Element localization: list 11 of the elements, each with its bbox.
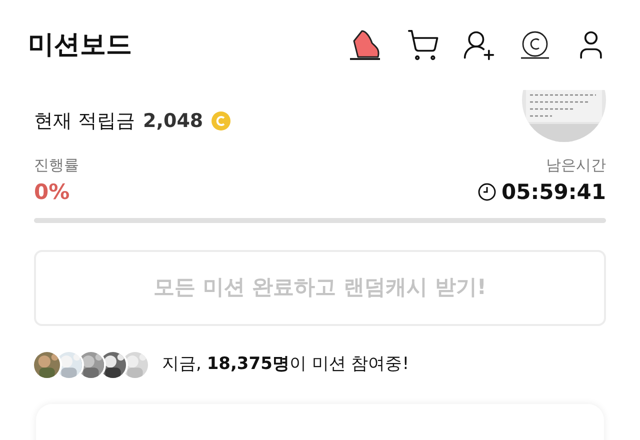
- page-title: 미션보드: [28, 28, 132, 62]
- balance-amount: 2,048: [143, 109, 204, 134]
- clock-icon: [478, 183, 496, 202]
- cart-icon[interactable]: [406, 28, 440, 62]
- balance-label: 현재 적립금: [34, 109, 136, 134]
- participants-text: 지금, 18,375명이 미션 참여중!: [162, 353, 410, 376]
- progress-value: 0%: [34, 178, 71, 206]
- time-left-value: 05:59:41: [502, 178, 606, 206]
- time-left-label: 남은시간: [546, 155, 606, 176]
- coin-icon: [211, 111, 232, 132]
- progress-label: 진행률: [34, 155, 79, 176]
